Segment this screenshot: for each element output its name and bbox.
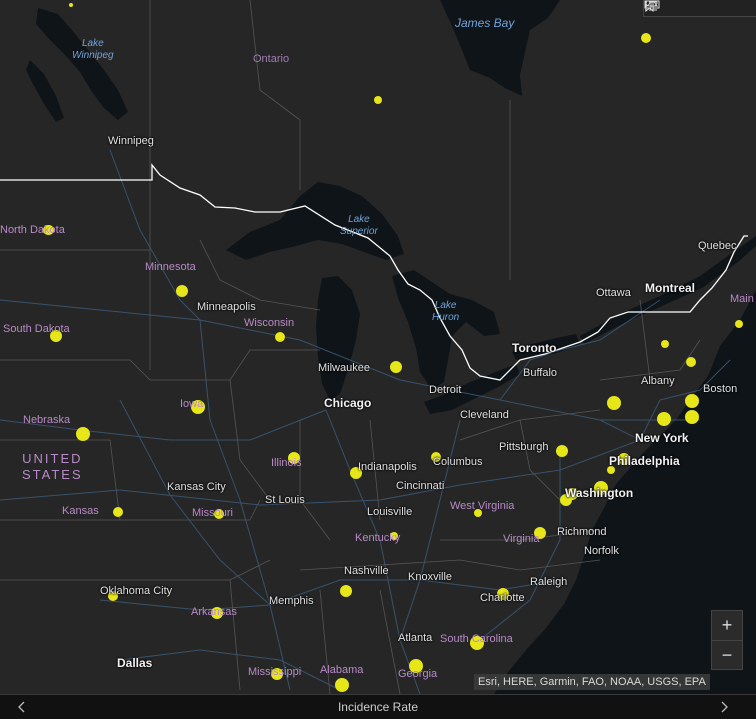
city-label-buffalo: Buffalo xyxy=(523,367,558,379)
city-label-chicago: Chicago xyxy=(324,396,372,410)
incidence-point[interactable] xyxy=(607,396,621,410)
zoom-out-button[interactable]: − xyxy=(712,640,742,670)
city-label-atlanta: Atlanta xyxy=(398,632,433,644)
state-label-north-dakota: North Dakota xyxy=(0,224,65,236)
state-label-alabama: Alabama xyxy=(320,664,364,676)
next-layer-button[interactable] xyxy=(712,695,736,719)
incidence-point[interactable] xyxy=(340,585,352,597)
city-label-cleveland: Cleveland xyxy=(460,409,509,421)
city-label-richmond: Richmond xyxy=(557,526,607,538)
legend-button[interactable] xyxy=(645,0,718,16)
lake-manitoba-water xyxy=(26,60,64,122)
state-label-minnesota: Minnesota xyxy=(145,261,196,273)
incidence-point[interactable] xyxy=(685,394,699,408)
state-label-kentucky: Kentucky xyxy=(355,532,401,544)
city-label-detroit: Detroit xyxy=(429,384,462,396)
city-label-dallas: Dallas xyxy=(117,656,153,670)
state-label-west-virginia: West Virginia xyxy=(450,500,515,512)
zoom-in-button[interactable]: + xyxy=(712,611,742,640)
incidence-point[interactable] xyxy=(735,320,743,328)
layer-toggle-button[interactable] xyxy=(644,0,756,16)
state-label-iowa: Iowa xyxy=(180,398,204,410)
state-label-nebraska: Nebraska xyxy=(23,414,71,426)
city-label-toronto: Toronto xyxy=(512,341,557,355)
city-label-philadelphia: Philadelphia xyxy=(609,454,680,468)
water-label-lake-winnipeg: Lake Winnipeg xyxy=(72,38,114,61)
city-label-memphis: Memphis xyxy=(269,595,314,607)
incidence-point[interactable] xyxy=(390,361,402,373)
james-bay-water xyxy=(440,0,560,96)
us-canada-border xyxy=(0,163,748,381)
incidence-point[interactable] xyxy=(113,507,123,517)
incidence-point[interactable] xyxy=(76,427,90,441)
incidence-point[interactable] xyxy=(69,3,73,7)
water-label-lake-huron: Lake Huron xyxy=(432,300,460,323)
state-label-wisconsin: Wisconsin xyxy=(244,317,295,329)
city-label-washington: Washington xyxy=(565,486,634,500)
city-label-albany: Albany xyxy=(641,375,675,387)
water-label-james-bay: James Bay xyxy=(455,16,515,30)
incidence-point[interactable] xyxy=(275,332,285,342)
state-label-illinois: Illinois xyxy=(271,457,302,469)
city-label-boston: Boston xyxy=(703,383,738,395)
state-label-south-carolina: South Carolina xyxy=(440,633,513,645)
map-view[interactable]: Lake Winnipeg James Bay Lake Superior La… xyxy=(0,0,756,694)
incidence-point[interactable] xyxy=(686,357,696,367)
layer-title: Incidence Rate xyxy=(337,700,419,714)
incidence-point[interactable] xyxy=(176,285,188,297)
incidence-point[interactable] xyxy=(685,410,699,424)
city-label-oklahoma-city: Oklahoma City xyxy=(100,585,173,597)
city-label-columbus: Columbus xyxy=(433,456,483,468)
layer-footer: Incidence Rate xyxy=(0,694,756,719)
city-label-knoxville: Knoxville xyxy=(408,571,453,583)
state-label-virginia: Virginia xyxy=(503,533,540,545)
map-toolbar xyxy=(643,0,756,17)
attribution: Esri, HERE, Garmin, FAO, NOAA, USGS, EPA xyxy=(474,674,710,690)
incidence-point[interactable] xyxy=(335,678,349,692)
zoom-control: + − xyxy=(711,610,743,670)
city-label-nashville: Nashville xyxy=(344,565,389,577)
city-label-louisville: Louisville xyxy=(367,506,413,518)
city-label-minneapolis: Minneapolis xyxy=(197,301,256,313)
incidence-point[interactable] xyxy=(374,96,382,104)
region-label-ontario: Ontario xyxy=(253,53,290,65)
city-label-milwaukee: Milwaukee xyxy=(318,362,370,374)
city-label-charlotte: Charlotte xyxy=(480,592,525,604)
incidence-point[interactable] xyxy=(556,445,568,457)
country-label-united-states: UNITED STATES xyxy=(22,451,83,483)
city-label-norfolk: Norfolk xyxy=(584,545,619,557)
city-label-ottawa: Ottawa xyxy=(596,287,631,299)
state-label-maine: Main xyxy=(730,293,754,305)
state-label-georgia: Georgia xyxy=(398,668,438,680)
chevron-right-icon xyxy=(721,701,728,713)
city-label-cincinnati: Cincinnati xyxy=(396,480,445,492)
city-label-kansas-city: Kansas City xyxy=(167,481,226,493)
state-label-south-dakota: South Dakota xyxy=(3,323,70,335)
water-label-lake-superior: Lake Superior xyxy=(340,214,378,237)
state-label-missouri: Missouri xyxy=(192,507,233,519)
lake-michigan-water xyxy=(316,276,360,400)
city-label-indianapolis: Indianapolis xyxy=(358,461,417,473)
city-label-pittsburgh: Pittsburgh xyxy=(499,441,549,453)
state-label-arkansas: Arkansas xyxy=(191,606,237,618)
city-label-new-york: New York xyxy=(635,431,689,445)
city-label-raleigh: Raleigh xyxy=(530,576,568,588)
incidence-point[interactable] xyxy=(641,33,651,43)
incidence-point[interactable] xyxy=(661,340,669,348)
state-label-mississippi: Mississippi xyxy=(248,666,302,678)
state-label-kansas: Kansas xyxy=(62,505,99,517)
city-label-montreal: Montreal xyxy=(645,281,696,295)
city-label-winnipeg: Winnipeg xyxy=(108,135,154,147)
layer-toggle-icon xyxy=(644,0,660,9)
city-label-quebec: Quebec xyxy=(698,240,737,252)
incidence-point[interactable] xyxy=(657,412,671,426)
city-label-st-louis: St Louis xyxy=(265,494,305,506)
